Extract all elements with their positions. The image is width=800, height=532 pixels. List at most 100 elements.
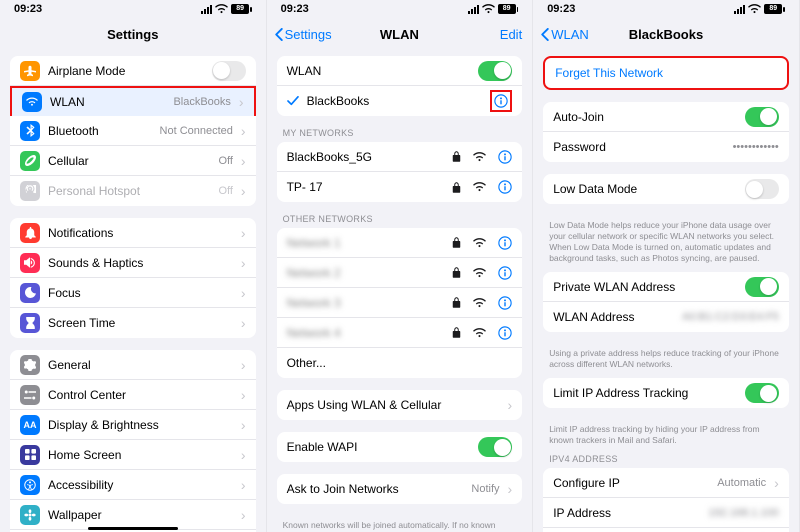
- back-button[interactable]: WLAN: [541, 27, 589, 42]
- text-size-icon: AA: [20, 415, 40, 435]
- focus-row[interactable]: Focus ›: [10, 278, 256, 308]
- network-row[interactable]: Network 1: [277, 228, 523, 258]
- back-button[interactable]: Settings: [275, 27, 332, 42]
- chevron-right-icon: ›: [241, 358, 246, 372]
- network-row[interactable]: Network 4: [277, 318, 523, 348]
- wlan-toggle[interactable]: [478, 61, 512, 81]
- configure-ip-row[interactable]: Configure IP Automatic ›: [543, 468, 789, 498]
- network-row[interactable]: Network 2: [277, 258, 523, 288]
- notifications-label: Notifications: [48, 226, 233, 240]
- screentime-row[interactable]: Screen Time ›: [10, 308, 256, 338]
- control-center-row[interactable]: Control Center›: [10, 380, 256, 410]
- wlan-list: WLAN BlackBooks MY NETWORKS BlackBooks_5…: [267, 50, 533, 532]
- connected-network-row[interactable]: BlackBooks: [277, 86, 523, 116]
- autojoin-row[interactable]: Auto-Join: [543, 102, 789, 132]
- other-network-row[interactable]: Other...: [277, 348, 523, 378]
- alerts-group: Notifications › Sounds & Haptics › Focus…: [10, 218, 256, 338]
- wifi-icon: [473, 152, 486, 162]
- hotspot-row[interactable]: Personal Hotspot Off ›: [10, 176, 256, 206]
- network-name: Network 3: [287, 296, 445, 310]
- chevron-right-icon: ›: [241, 154, 246, 168]
- home-indicator[interactable]: [88, 527, 178, 530]
- ask-join-row[interactable]: Ask to Join Networks Notify ›: [277, 474, 523, 504]
- bell-icon: [20, 223, 40, 243]
- airplane-toggle[interactable]: [212, 61, 246, 81]
- cellular-signal-icon: [734, 5, 745, 14]
- bluetooth-row[interactable]: Bluetooth Not Connected ›: [10, 116, 256, 146]
- info-icon[interactable]: [498, 266, 512, 280]
- accessibility-row[interactable]: Accessibility›: [10, 470, 256, 500]
- wifi-status-icon: [215, 4, 228, 14]
- info-icon[interactable]: [498, 296, 512, 310]
- display-label: Display & Brightness: [48, 418, 233, 432]
- limit-ip-toggle[interactable]: [745, 383, 779, 403]
- lowdata-group: Low Data Mode: [543, 174, 789, 204]
- grid-icon: [20, 445, 40, 465]
- screentime-label: Screen Time: [48, 316, 233, 330]
- nav-bar: Settings WLAN Edit: [267, 18, 533, 50]
- notifications-row[interactable]: Notifications ›: [10, 218, 256, 248]
- battery-icon: 89: [231, 4, 252, 14]
- apps-using-group: Apps Using WLAN & Cellular ›: [277, 390, 523, 420]
- ask-join-footer: Known networks will be joined automatica…: [277, 516, 523, 532]
- wallpaper-row[interactable]: Wallpaper›: [10, 500, 256, 530]
- info-icon[interactable]: [498, 326, 512, 340]
- autojoin-toggle[interactable]: [745, 107, 779, 127]
- password-row[interactable]: Password ••••••••••••: [543, 132, 789, 162]
- info-icon[interactable]: [498, 236, 512, 250]
- info-icon[interactable]: [494, 94, 508, 108]
- status-indicators: 89: [666, 4, 785, 14]
- enable-wapi-row[interactable]: Enable WAPI: [277, 432, 523, 462]
- cellular-icon: [20, 151, 40, 171]
- chevron-right-icon: ›: [239, 95, 244, 109]
- info-icon[interactable]: [498, 180, 512, 194]
- wlan-addr-row[interactable]: WLAN Address A0:B1:C2:D3:E4:F5: [543, 302, 789, 332]
- lowdata-row[interactable]: Low Data Mode: [543, 174, 789, 204]
- checkmark-icon: [287, 96, 299, 106]
- network-name: Network 1: [287, 236, 445, 250]
- wlan-switch-label: WLAN: [287, 64, 471, 78]
- private-addr-row[interactable]: Private WLAN Address: [543, 272, 789, 302]
- airplane-mode-row[interactable]: Airplane Mode: [10, 56, 256, 86]
- screen-wlan: 09:23 89 Settings WLAN Edit WLAN BlackBo…: [267, 0, 534, 532]
- screen-settings: 09:23 89 Settings Airplane Mode WLAN Bla…: [0, 0, 267, 532]
- lowdata-toggle[interactable]: [745, 179, 779, 199]
- chevron-right-icon: ›: [241, 316, 246, 330]
- speaker-icon: [20, 253, 40, 273]
- wapi-toggle[interactable]: [478, 437, 512, 457]
- my-networks-header: MY NETWORKS: [277, 128, 523, 142]
- system-group: General› Control Center› AA Display & Bri…: [10, 350, 256, 532]
- forget-network-row[interactable]: Forget This Network: [545, 58, 787, 88]
- privacy-group: Private WLAN Address WLAN Address A0:B1:…: [543, 272, 789, 332]
- network-row[interactable]: BlackBooks_5G: [277, 142, 523, 172]
- wapi-group: Enable WAPI: [277, 432, 523, 462]
- chevron-right-icon: ›: [241, 184, 246, 198]
- airplane-icon: [20, 61, 40, 81]
- network-row[interactable]: Network 3: [277, 288, 523, 318]
- apps-using-row[interactable]: Apps Using WLAN & Cellular ›: [277, 390, 523, 420]
- edit-button[interactable]: Edit: [500, 27, 522, 42]
- wallpaper-label: Wallpaper: [48, 508, 233, 522]
- status-time: 09:23: [14, 3, 133, 15]
- password-label: Password: [553, 140, 724, 154]
- flower-icon: [20, 505, 40, 525]
- ip-address-value: 192.168.1.100: [708, 507, 778, 519]
- status-bar: 09:23 89: [533, 0, 799, 18]
- wlan-row[interactable]: WLAN BlackBooks ›: [10, 86, 256, 116]
- sounds-row[interactable]: Sounds & Haptics ›: [10, 248, 256, 278]
- display-row[interactable]: AADisplay & Brightness›: [10, 410, 256, 440]
- homescreen-row[interactable]: Home Screen›: [10, 440, 256, 470]
- info-icon[interactable]: [498, 150, 512, 164]
- status-time: 09:23: [547, 3, 666, 15]
- wlan-switch-row[interactable]: WLAN: [277, 56, 523, 86]
- password-value: ••••••••••••: [733, 141, 779, 153]
- ipv4-header: IPV4 ADDRESS: [543, 454, 789, 468]
- network-row[interactable]: TP- 17: [277, 172, 523, 202]
- wlan-label: WLAN: [50, 95, 165, 109]
- private-addr-toggle[interactable]: [745, 277, 779, 297]
- my-networks-group: BlackBooks_5GTP- 17: [277, 142, 523, 202]
- cellular-row[interactable]: Cellular Off ›: [10, 146, 256, 176]
- ip-address-row: IP Address 192.168.1.100: [543, 498, 789, 528]
- general-row[interactable]: General›: [10, 350, 256, 380]
- limit-ip-row[interactable]: Limit IP Address Tracking: [543, 378, 789, 408]
